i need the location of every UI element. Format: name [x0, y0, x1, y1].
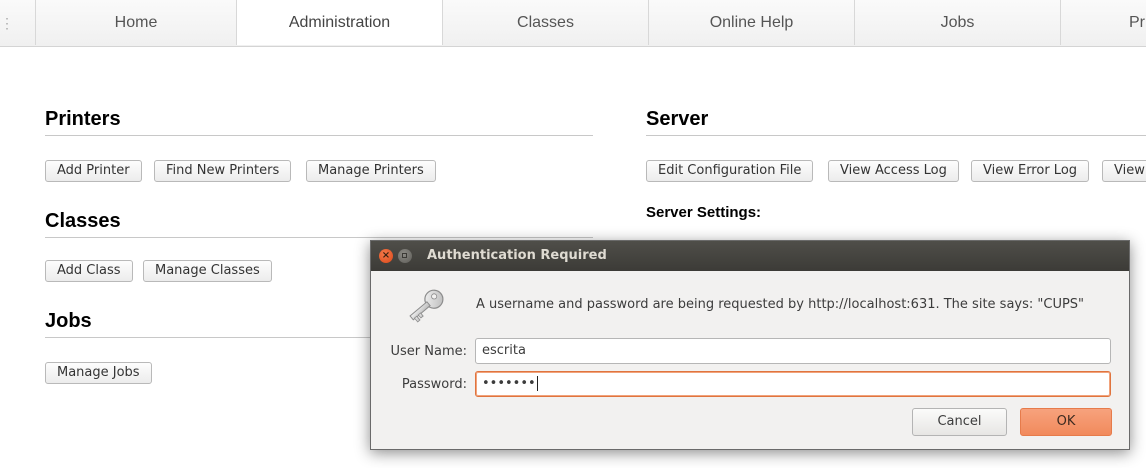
server-rule [646, 135, 1146, 136]
password-label: Password: [401, 377, 467, 392]
printers-rule [45, 135, 593, 136]
ok-button[interactable]: OK [1020, 408, 1112, 436]
tab-printers[interactable]: Pr [1061, 0, 1146, 45]
nav-left-edge: ⋮ [0, 15, 14, 31]
classes-heading: Classes [45, 210, 121, 232]
manage-classes-button[interactable]: Manage Classes [143, 260, 272, 282]
dialog-title: Authentication Required [427, 248, 607, 263]
add-printer-button[interactable]: Add Printer [45, 160, 142, 182]
jobs-heading: Jobs [45, 310, 92, 332]
tab-home[interactable]: Home [35, 0, 237, 45]
printers-heading: Printers [45, 108, 121, 130]
tab-jobs[interactable]: Jobs [855, 0, 1061, 45]
top-nav: ⋮ Home Administration Classes Online Hel… [0, 0, 1146, 47]
authentication-dialog: × Authentication Required A username and… [370, 240, 1130, 450]
tab-online-help[interactable]: Online Help [649, 0, 855, 45]
manage-jobs-button[interactable]: Manage Jobs [45, 362, 152, 384]
password-field[interactable]: ••••••• [475, 371, 1111, 397]
add-class-button[interactable]: Add Class [45, 260, 133, 282]
manage-printers-button[interactable]: Manage Printers [306, 160, 436, 182]
view-access-log-button[interactable]: View Access Log [828, 160, 959, 182]
tab-classes[interactable]: Classes [443, 0, 649, 45]
dialog-message: A username and password are being reques… [476, 297, 1085, 312]
close-icon[interactable]: × [379, 249, 393, 263]
text-caret [536, 376, 538, 391]
classes-rule [45, 237, 593, 238]
server-heading: Server [646, 108, 709, 130]
dialog-titlebar[interactable]: × Authentication Required [371, 241, 1129, 271]
username-field[interactable]: escrita [475, 338, 1111, 364]
edit-configuration-file-button[interactable]: Edit Configuration File [646, 160, 814, 182]
cancel-button[interactable]: Cancel [912, 408, 1007, 436]
view-more-button[interactable]: View [1102, 160, 1146, 182]
find-new-printers-button[interactable]: Find New Printers [154, 160, 292, 182]
username-label: User Name: [390, 344, 468, 359]
key-icon [409, 289, 444, 323]
tab-administration[interactable]: Administration [237, 0, 443, 45]
minimize-icon[interactable] [398, 249, 412, 263]
password-value: ••••••• [482, 376, 536, 391]
view-error-log-button[interactable]: View Error Log [971, 160, 1090, 182]
server-settings-label: Server Settings: [646, 204, 762, 221]
